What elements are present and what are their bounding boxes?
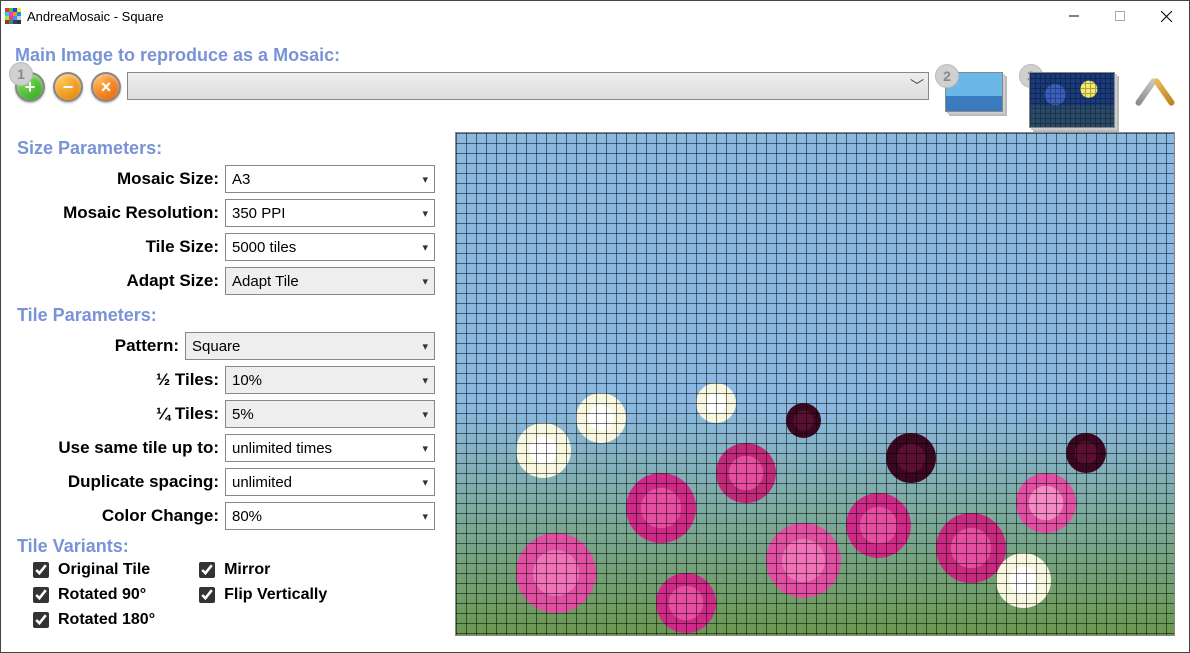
color-change-label: Color Change: [15, 506, 225, 526]
chevron-down-icon: ▾ [422, 476, 428, 489]
window-title: AndreaMosaic - Square [27, 9, 164, 24]
step-1-badge: 1 [9, 62, 33, 86]
resolution-label: Mosaic Resolution: [15, 203, 225, 223]
mosaic-size-label: Mosaic Size: [15, 169, 225, 189]
quarter-tiles-combo[interactable]: 5%▾ [225, 400, 435, 428]
tile-size-label: Tile Size: [15, 237, 225, 257]
half-tiles-label: ½ Tiles: [15, 370, 225, 390]
resolution-combo[interactable]: 350 PPI▾ [225, 199, 435, 227]
parameters-panel: Size Parameters: Mosaic Size: A3▾ Mosaic… [15, 132, 435, 636]
dup-spacing-label: Duplicate spacing: [15, 472, 225, 492]
chevron-down-icon: ▾ [422, 241, 428, 254]
chevron-down-icon: ▾ [422, 442, 428, 455]
close-button[interactable] [1143, 1, 1189, 31]
chevron-down-icon: ▾ [422, 173, 428, 186]
original-tile-checkbox[interactable]: Original Tile [29, 559, 155, 581]
use-same-combo[interactable]: unlimited times▾ [225, 434, 435, 462]
rotated-180-checkbox[interactable]: Rotated 180° [29, 609, 155, 631]
app-window: AndreaMosaic - Square Main Image to repr… [0, 0, 1190, 653]
create-mosaic-button[interactable] [1029, 72, 1115, 128]
tools-icon[interactable] [1135, 72, 1175, 112]
adapt-size-combo[interactable]: Adapt Tile▾ [225, 267, 435, 295]
maximize-button [1097, 1, 1143, 31]
quarter-tiles-label: ¼ Tiles: [15, 404, 225, 424]
tile-variants-group: Original Tile Rotated 90° Rotated 180° M… [29, 559, 435, 631]
content-area: Main Image to reproduce as a Mosaic: 1 +… [1, 31, 1189, 652]
pattern-label: Pattern: [15, 336, 185, 356]
remove-image-button[interactable]: − [53, 72, 83, 102]
tile-size-combo[interactable]: 5000 tiles▾ [225, 233, 435, 261]
chevron-down-icon: ▾ [422, 207, 428, 220]
step-2-badge: 2 [935, 64, 959, 88]
mirror-checkbox[interactable]: Mirror [195, 559, 327, 581]
chevron-down-icon: ▾ [422, 275, 428, 288]
use-same-label: Use same tile up to: [15, 438, 225, 458]
tile-variants-label: Tile Variants: [17, 536, 435, 557]
window-controls [1051, 1, 1189, 31]
main-image-combo[interactable]: ﹀ [127, 72, 929, 100]
chevron-down-icon: ﹀ [910, 76, 924, 96]
pattern-combo[interactable]: Square▾ [185, 332, 435, 360]
app-icon [5, 8, 21, 24]
mosaic-size-combo[interactable]: A3▾ [225, 165, 435, 193]
dup-spacing-combo[interactable]: unlimited▾ [225, 468, 435, 496]
tile-parameters-label: Tile Parameters: [17, 305, 435, 326]
chevron-down-icon: ▾ [422, 510, 428, 523]
clear-images-button[interactable]: × [91, 72, 121, 102]
mosaic-preview [455, 132, 1175, 636]
titlebar: AndreaMosaic - Square [1, 1, 1189, 31]
chevron-down-icon: ▾ [422, 340, 428, 353]
flip-vertically-checkbox[interactable]: Flip Vertically [195, 584, 327, 606]
size-parameters-label: Size Parameters: [17, 138, 435, 159]
rotated-90-checkbox[interactable]: Rotated 90° [29, 584, 155, 606]
chevron-down-icon: ▾ [422, 374, 428, 387]
color-change-combo[interactable]: 80%▾ [225, 502, 435, 530]
top-toolbar: 1 + − × ﹀ 2 3 [15, 72, 1175, 128]
main-image-label: Main Image to reproduce as a Mosaic: [15, 45, 1175, 66]
chevron-down-icon: ▾ [422, 408, 428, 421]
minimize-button[interactable] [1051, 1, 1097, 31]
adapt-size-label: Adapt Size: [15, 271, 225, 291]
half-tiles-combo[interactable]: 10%▾ [225, 366, 435, 394]
